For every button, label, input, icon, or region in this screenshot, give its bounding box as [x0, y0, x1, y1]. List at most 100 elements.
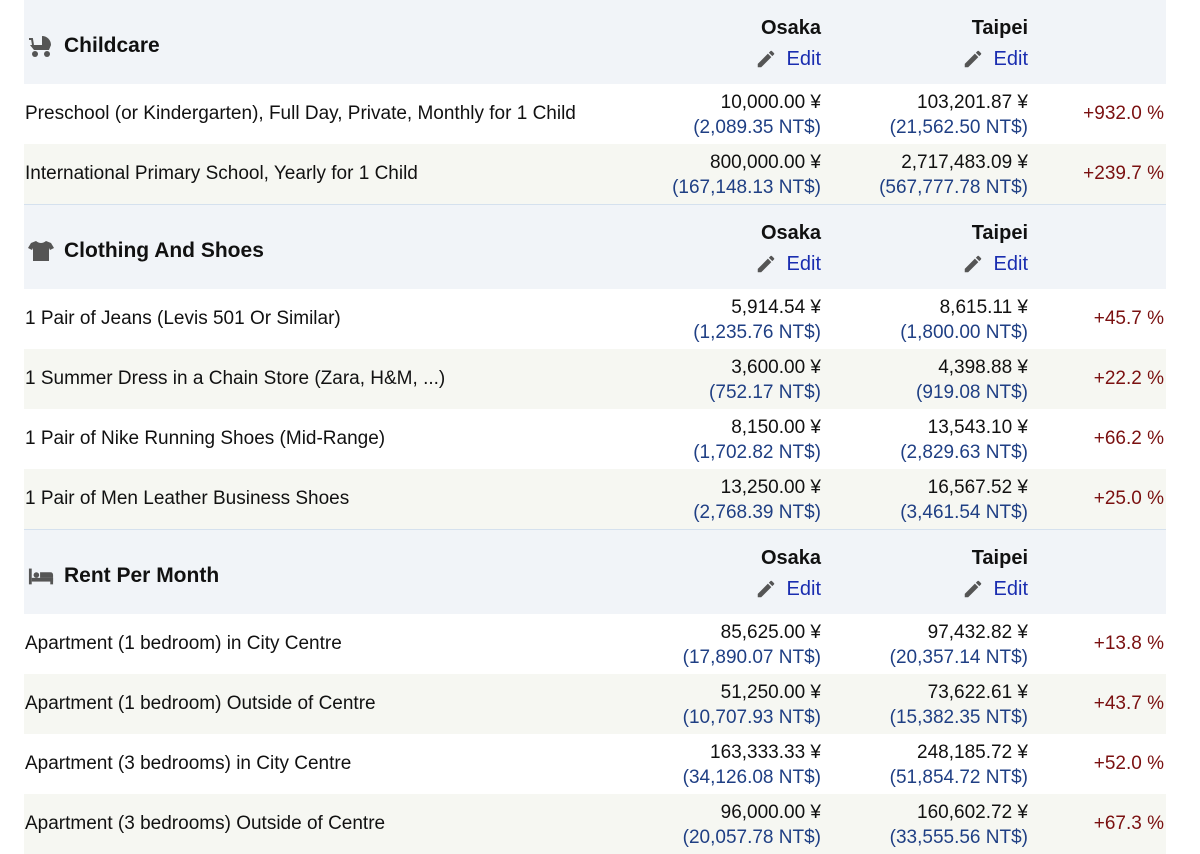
city-column-1: Osaka Edit [755, 14, 821, 75]
item-name: 1 Pair of Jeans (Levis 501 Or Similar) [25, 308, 341, 329]
price-ntd: (34,126.08 NT$) [682, 767, 821, 788]
table-row: 1 Summer Dress in a Chain Store (Zara, H… [24, 349, 1166, 409]
edit-label: Edit [786, 252, 821, 275]
price-ntd: (2,768.39 NT$) [693, 502, 821, 523]
price-difference-percent: +25.0 % [1093, 488, 1164, 509]
price-ntd: (20,057.78 NT$) [682, 827, 821, 848]
price-yen: 163,333.33 ¥ [710, 742, 821, 763]
price-city-2: 97,432.82 ¥ (20,357.14 NT$) [890, 620, 1028, 670]
table-row: Preschool (or Kindergarten), Full Day, P… [24, 84, 1166, 144]
edit-city-1-link[interactable]: Edit [755, 576, 821, 602]
price-yen: 248,185.72 ¥ [917, 742, 1028, 763]
section-title-wrap: Rent Per Month [28, 561, 219, 591]
section-header-rent: Rent Per Month Osaka Edit Taipei Edit [24, 530, 1166, 614]
price-city-2: 248,185.72 ¥ (51,854.72 NT$) [890, 740, 1028, 790]
edit-city-2-link[interactable]: Edit [962, 251, 1028, 277]
edit-city-2-link[interactable]: Edit [962, 46, 1028, 72]
item-name: International Primary School, Yearly for… [25, 163, 418, 184]
price-city-1: 800,000.00 ¥ (167,148.13 NT$) [672, 150, 821, 200]
table-row: 1 Pair of Jeans (Levis 501 Or Similar) 5… [24, 289, 1166, 349]
price-yen: 800,000.00 ¥ [710, 152, 821, 173]
price-ntd: (20,357.14 NT$) [889, 647, 1028, 668]
edit-city-2-link[interactable]: Edit [962, 576, 1028, 602]
price-ntd: (10,707.93 NT$) [682, 707, 821, 728]
edit-label: Edit [993, 47, 1028, 70]
price-yen: 97,432.82 ¥ [927, 622, 1028, 643]
price-ntd: (3,461.54 NT$) [900, 502, 1028, 523]
price-ntd: (51,854.72 NT$) [889, 767, 1028, 788]
edit-city-1-link[interactable]: Edit [755, 251, 821, 277]
item-name: 1 Pair of Men Leather Business Shoes [25, 488, 350, 509]
edit-label: Edit [786, 577, 821, 600]
price-difference-percent: +22.2 % [1093, 368, 1164, 389]
table-row: Apartment (1 bedroom) in City Centre 85,… [24, 614, 1166, 674]
edit-city-1-link[interactable]: Edit [755, 46, 821, 72]
price-city-1: 10,000.00 ¥ (2,089.35 NT$) [693, 90, 821, 140]
price-ntd: (167,148.13 NT$) [672, 177, 821, 198]
item-name: Apartment (1 bedroom) Outside of Centre [25, 693, 376, 714]
price-ntd: (919.08 NT$) [916, 382, 1028, 403]
price-city-1: 85,625.00 ¥ (17,890.07 NT$) [683, 620, 821, 670]
pencil-icon [964, 580, 981, 598]
price-difference-percent: +13.8 % [1093, 633, 1164, 654]
price-ntd: (1,800.00 NT$) [900, 322, 1028, 343]
cost-comparison-table: Childcare Osaka Edit Taipei Edit Prescho… [24, 0, 1166, 854]
city-name: Osaka [760, 222, 821, 244]
price-yen: 51,250.00 ¥ [720, 682, 821, 703]
price-yen: 10,000.00 ¥ [720, 92, 821, 113]
price-ntd: (15,382.35 NT$) [889, 707, 1028, 728]
price-yen: 8,150.00 ¥ [731, 417, 821, 438]
edit-label: Edit [993, 252, 1028, 275]
price-yen: 4,398.88 ¥ [938, 357, 1028, 378]
item-name: Apartment (1 bedroom) in City Centre [25, 633, 342, 654]
pencil-icon [964, 255, 981, 273]
price-city-1: 96,000.00 ¥ (20,057.78 NT$) [683, 800, 821, 850]
pencil-icon [757, 255, 774, 273]
price-yen: 5,914.54 ¥ [731, 297, 821, 318]
price-yen: 85,625.00 ¥ [720, 622, 821, 643]
price-city-1: 8,150.00 ¥ (1,702.82 NT$) [693, 415, 821, 465]
item-name: Apartment (3 bedrooms) in City Centre [25, 753, 352, 774]
price-ntd: (33,555.56 NT$) [889, 827, 1028, 848]
price-ntd: (21,562.50 NT$) [889, 117, 1028, 138]
price-difference-percent: +67.3 % [1093, 813, 1164, 834]
price-city-2: 103,201.87 ¥ (21,562.50 NT$) [890, 90, 1028, 140]
price-city-2: 4,398.88 ¥ (919.08 NT$) [916, 355, 1028, 405]
price-difference-percent: +932.0 % [1083, 103, 1164, 124]
price-yen: 13,543.10 ¥ [927, 417, 1028, 438]
price-difference-percent: +239.7 % [1083, 163, 1164, 184]
section-title: Childcare [64, 34, 160, 57]
price-city-1: 5,914.54 ¥ (1,235.76 NT$) [693, 295, 821, 345]
table-row: International Primary School, Yearly for… [24, 144, 1166, 205]
price-difference-percent: +52.0 % [1093, 753, 1164, 774]
price-yen: 3,600.00 ¥ [731, 357, 821, 378]
item-name: Preschool (or Kindergarten), Full Day, P… [25, 103, 576, 124]
price-yen: 13,250.00 ¥ [720, 477, 821, 498]
price-yen: 73,622.61 ¥ [927, 682, 1028, 703]
price-ntd: (2,829.63 NT$) [900, 442, 1028, 463]
item-name: 1 Pair of Nike Running Shoes (Mid-Range) [25, 428, 386, 449]
price-ntd: (17,890.07 NT$) [682, 647, 821, 668]
bed-icon [28, 563, 54, 589]
price-ntd: (1,235.76 NT$) [693, 322, 821, 343]
pencil-icon [757, 580, 774, 598]
price-city-1: 163,333.33 ¥ (34,126.08 NT$) [683, 740, 821, 790]
city-name: Osaka [760, 17, 821, 39]
city-name: Taipei [971, 17, 1028, 39]
city-column-1: Osaka Edit [755, 219, 821, 280]
city-name: Osaka [760, 547, 821, 569]
table-row: 1 Pair of Men Leather Business Shoes 13,… [24, 469, 1166, 530]
table-row: Apartment (3 bedrooms) in City Centre 16… [24, 734, 1166, 794]
city-name: Taipei [971, 222, 1028, 244]
price-city-1: 3,600.00 ¥ (752.17 NT$) [709, 355, 821, 405]
city-name: Taipei [971, 547, 1028, 569]
price-city-2: 2,717,483.09 ¥ (567,777.78 NT$) [879, 150, 1028, 200]
city-column-2: Taipei Edit [962, 219, 1028, 280]
section-title-wrap: Childcare [28, 31, 160, 61]
price-city-2: 13,543.10 ¥ (2,829.63 NT$) [900, 415, 1028, 465]
section-header-childcare: Childcare Osaka Edit Taipei Edit [24, 0, 1166, 84]
price-yen: 160,602.72 ¥ [917, 802, 1028, 823]
baby-carriage-icon [28, 33, 54, 59]
section-title: Rent Per Month [64, 564, 220, 587]
price-yen: 16,567.52 ¥ [927, 477, 1028, 498]
